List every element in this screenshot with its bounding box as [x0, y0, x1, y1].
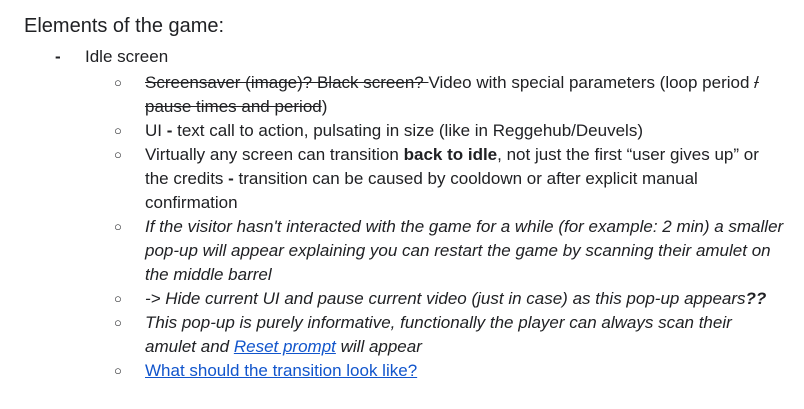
- hollow-bullet-icon: ○: [114, 123, 122, 138]
- hollow-bullet-icon: ○: [114, 315, 122, 330]
- reset-prompt-link[interactable]: Reset prompt: [234, 337, 336, 356]
- section-title: Idle screen: [85, 47, 169, 66]
- item-text: Virtually any screen can transition: [145, 145, 404, 164]
- list-item-inactivity-popup: ○ If the visitor hasn't interacted with …: [0, 215, 804, 287]
- transition-question-link[interactable]: What should the transition look like?: [145, 361, 417, 380]
- item-text: text call to action, pulsating in size (…: [172, 121, 643, 140]
- bold-text: back to idle: [403, 145, 498, 164]
- struck-text: Screensaver (image)? Black screen?: [145, 73, 429, 92]
- list-item-transition-question: ○ What should the transition look like?: [0, 359, 804, 383]
- hollow-bullet-icon: ○: [114, 363, 122, 378]
- item-text: UI: [145, 121, 167, 140]
- hollow-bullet-icon: ○: [114, 147, 122, 162]
- item-text: will appear: [335, 337, 422, 356]
- hollow-bullet-icon: ○: [114, 219, 122, 234]
- item-text: -> Hide current UI and pause current vid…: [145, 289, 746, 308]
- document-heading: Elements of the game:: [24, 15, 225, 37]
- sub-bullet-list: ○ Screensaver (image)? Black screen? Vid…: [0, 71, 804, 383]
- list-item-hide-ui: ○ -> Hide current UI and pause current v…: [0, 287, 804, 311]
- bold-text: ??: [745, 289, 767, 308]
- dash-marker: -: [55, 47, 61, 66]
- item-text: Video with special parameters (loop peri…: [428, 73, 755, 92]
- hollow-bullet-icon: ○: [114, 75, 122, 90]
- item-text: If the visitor hasn't interacted with th…: [145, 217, 784, 284]
- item-text: ): [321, 97, 328, 116]
- list-item-transition-back-to-idle: ○ Virtually any screen can transition ba…: [0, 143, 804, 215]
- list-item-popup-informative: ○ This pop-up is purely informative, fun…: [0, 311, 804, 359]
- list-item-ui: ○ UI - text call to action, pulsating in…: [0, 119, 804, 143]
- list-item-screensaver: ○ Screensaver (image)? Black screen? Vid…: [0, 71, 804, 119]
- hollow-bullet-icon: ○: [114, 291, 122, 306]
